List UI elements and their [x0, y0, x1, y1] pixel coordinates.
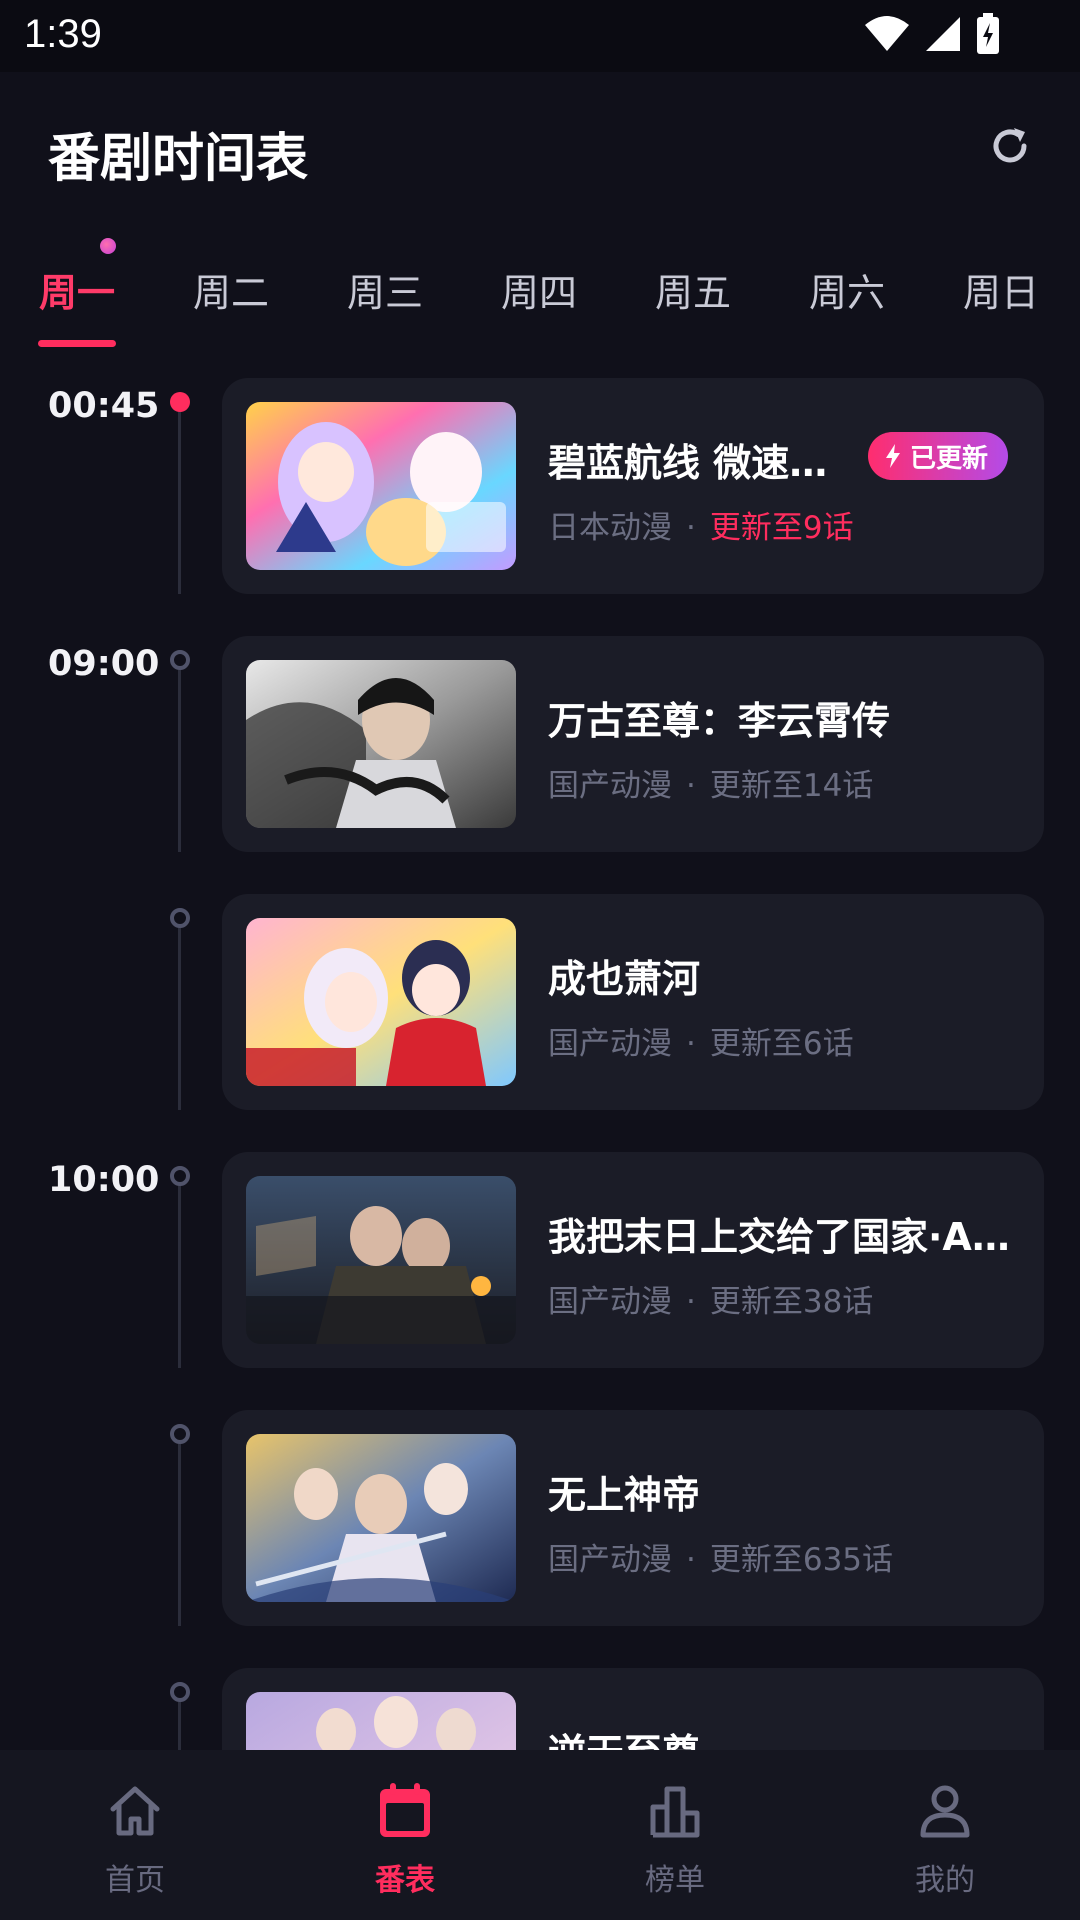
- timeline-dot: [170, 908, 190, 928]
- nav-profile[interactable]: 我的: [875, 1781, 1015, 1901]
- battery-icon: [977, 13, 999, 54]
- anime-title: 碧蓝航线 微速…: [548, 441, 828, 485]
- nav-label: 我的: [915, 1863, 975, 1898]
- timeline-line: [178, 670, 181, 852]
- tab-monday[interactable]: 周一: [22, 262, 132, 317]
- episode-status: 更新至9话: [709, 510, 854, 546]
- anime-cover: [246, 1692, 516, 1750]
- schedule-row: 00:45 碧蓝航线 微速… 已更新 日本动漫 · 更新至9话: [0, 360, 1080, 618]
- nav-label: 番表: [375, 1863, 435, 1898]
- timeline-line: [178, 412, 181, 594]
- refresh-icon: [993, 128, 1027, 163]
- tab-tuesday[interactable]: 周二: [176, 262, 286, 317]
- anime-cover: [246, 660, 516, 828]
- timeline-line: [178, 1186, 181, 1368]
- timeline-dot: [170, 1166, 190, 1186]
- meta-separator: ·: [686, 768, 696, 804]
- status-time: 1:39: [24, 12, 102, 56]
- anime-meta: 国产动漫 · 更新至14话: [548, 760, 873, 805]
- tab-sunday[interactable]: 周日: [946, 262, 1056, 317]
- anime-cover: [246, 1176, 516, 1344]
- tab-wednesday[interactable]: 周三: [330, 262, 440, 317]
- anime-title: 逆天至尊: [548, 1722, 1018, 1750]
- wifi-icon: [865, 16, 909, 51]
- anime-title: 我把末日上交给了国家·A…: [548, 1215, 1010, 1259]
- anime-title: 成也萧河: [548, 957, 701, 1001]
- calendar-icon: [380, 1783, 430, 1837]
- tab-saturday[interactable]: 周六: [792, 262, 902, 317]
- episode-status: 更新至14话: [709, 768, 874, 804]
- meta-separator: ·: [686, 1026, 696, 1062]
- schedule-row: 逆天至尊: [0, 1650, 1080, 1750]
- anime-card[interactable]: 碧蓝航线 微速… 已更新 日本动漫 · 更新至9话: [222, 378, 1044, 594]
- anime-card[interactable]: 我把末日上交给了国家·A… 国产动漫 · 更新至38话: [222, 1152, 1044, 1368]
- signal-icon: [926, 17, 960, 51]
- anime-cover: [246, 1434, 516, 1602]
- page-title: 番剧时间表: [48, 129, 309, 189]
- time-label: 09:00: [48, 644, 160, 684]
- timeline-line: [178, 928, 181, 1110]
- anime-meta: 国产动漫 · 更新至6话: [548, 1018, 854, 1063]
- today-indicator-dot: [100, 238, 116, 254]
- anime-origin: 国产动漫: [548, 1284, 672, 1320]
- anime-meta: 国产动漫 · 更新至38话: [548, 1276, 873, 1321]
- person-icon: [920, 1785, 970, 1838]
- home-icon: [110, 1786, 160, 1836]
- anime-title: 万古至尊：李云霄传: [548, 699, 891, 743]
- schedule-list[interactable]: 00:45 碧蓝航线 微速… 已更新 日本动漫 · 更新至9话 09:00 万古…: [0, 360, 1080, 1750]
- schedule-row: 无上神帝 国产动漫 · 更新至635话: [0, 1392, 1080, 1650]
- schedule-row: 09:00 万古至尊：李云霄传 国产动漫 · 更新至14话: [0, 618, 1080, 876]
- anime-card[interactable]: 无上神帝 国产动漫 · 更新至635话: [222, 1410, 1044, 1626]
- meta-separator: ·: [686, 1542, 696, 1578]
- tab-friday[interactable]: 周五: [638, 262, 748, 317]
- anime-cover: [246, 402, 516, 570]
- tab-thursday[interactable]: 周四: [484, 262, 594, 317]
- updated-badge: 已更新: [868, 432, 1009, 480]
- badge-label: 已更新: [910, 443, 989, 474]
- header: 番剧时间表: [0, 72, 1080, 222]
- chart-icon: [650, 1786, 700, 1838]
- anime-origin: 国产动漫: [548, 1026, 672, 1062]
- episode-status: 更新至38话: [709, 1284, 874, 1320]
- anime-meta: 日本动漫 · 更新至9话: [548, 502, 854, 547]
- anime-card[interactable]: 成也萧河 国产动漫 · 更新至6话: [222, 894, 1044, 1110]
- timeline-dot: [170, 1424, 190, 1444]
- anime-origin: 国产动漫: [548, 1542, 672, 1578]
- status-icons: [864, 12, 1000, 56]
- meta-separator: ·: [686, 1284, 696, 1320]
- episode-status: 更新至635话: [709, 1542, 894, 1578]
- anime-origin: 日本动漫: [548, 510, 672, 546]
- lightning-icon: [886, 444, 900, 468]
- timeline-line: [178, 1444, 181, 1626]
- schedule-row: 10:00 我把末日上交给了国家·A… 国产动漫 · 更新至38话: [0, 1134, 1080, 1392]
- anime-card[interactable]: 逆天至尊: [222, 1668, 1044, 1750]
- nav-label: 榜单: [645, 1863, 705, 1898]
- anime-title: 无上神帝: [548, 1473, 701, 1517]
- timeline-line: [178, 1702, 181, 1750]
- timeline-dot: [170, 1682, 190, 1702]
- nav-ranking[interactable]: 榜单: [605, 1781, 745, 1901]
- refresh-button[interactable]: [984, 120, 1036, 172]
- anime-meta: 国产动漫 · 更新至635话: [548, 1534, 893, 1579]
- active-tab-underline: [38, 340, 116, 347]
- schedule-row: 成也萧河 国产动漫 · 更新至6话: [0, 876, 1080, 1134]
- anime-card[interactable]: 万古至尊：李云霄传 国产动漫 · 更新至14话: [222, 636, 1044, 852]
- timeline-dot-live: [170, 392, 190, 412]
- episode-status: 更新至6话: [709, 1026, 854, 1062]
- anime-cover: [246, 918, 516, 1086]
- time-label: 10:00: [48, 1160, 160, 1200]
- meta-separator: ·: [686, 510, 696, 546]
- status-bar: 1:39: [0, 0, 1080, 72]
- time-label: 00:45: [48, 386, 160, 426]
- timeline-dot: [170, 650, 190, 670]
- anime-origin: 国产动漫: [548, 768, 672, 804]
- nav-home[interactable]: 首页: [65, 1781, 205, 1901]
- bottom-nav: 首页 番表 榜单 我的: [0, 1750, 1080, 1920]
- nav-schedule[interactable]: 番表: [335, 1781, 475, 1901]
- nav-label: 首页: [105, 1863, 165, 1898]
- day-tabs: 周一 周二 周三 周四 周五 周六 周日: [0, 240, 1080, 350]
